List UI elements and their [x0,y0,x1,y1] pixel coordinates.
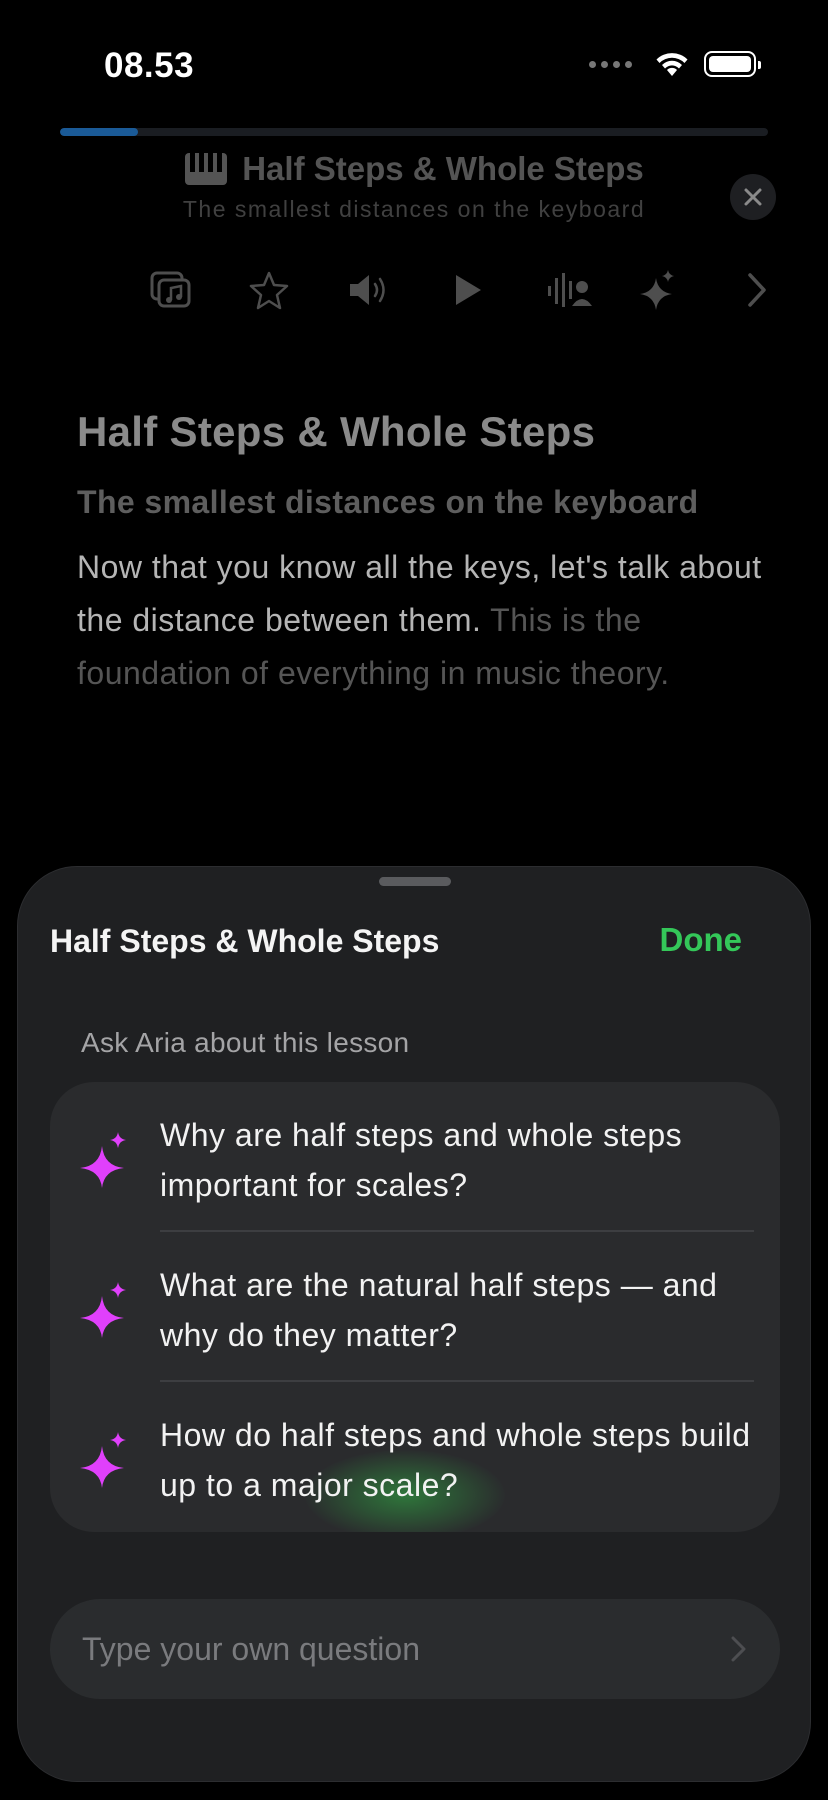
suggested-question-3[interactable]: How do half steps and whole steps build … [50,1382,780,1532]
suggested-questions-card: Why are half steps and whole steps impor… [50,1082,780,1532]
piano-icon [185,153,228,185]
status-icons [589,50,761,78]
signal-dots-icon [589,60,632,68]
question-input[interactable] [82,1599,682,1699]
sheet-grabber[interactable] [379,877,451,886]
music-library-icon [150,271,191,308]
lesson-header: Half Steps & Whole Steps The smallest di… [0,150,828,223]
sparkles-icon [80,1132,126,1188]
wifi-icon [656,53,688,76]
lesson-subtitle: The smallest distances on the keyboard [77,484,699,520]
voice-person-icon [548,273,592,307]
chevron-right-icon[interactable] [726,1633,750,1665]
close-icon [744,188,762,206]
suggested-question-2[interactable]: What are the natural half steps — and wh… [50,1232,780,1382]
sheet-title: Half Steps & Whole Steps [50,923,440,959]
lesson-progress-fill [60,128,138,136]
next-button[interactable] [729,262,785,318]
lesson-content: Half Steps & Whole Steps The smallest di… [77,408,767,700]
done-button[interactable]: Done [660,921,743,959]
star-icon [249,271,289,310]
lesson-body: Now that you know all the keys, let's ta… [77,541,767,700]
question-text: How do half steps and whole steps build … [160,1417,751,1503]
sparkles-icon [80,1432,126,1488]
header-subtitle: The smallest distances on the keyboard [182,196,646,222]
question-text: What are the natural half steps — and wh… [160,1267,718,1353]
lesson-title: Half Steps & Whole Steps [77,408,596,455]
suggested-question-1[interactable]: Why are half steps and whole steps impor… [50,1082,780,1232]
music-library-button[interactable] [143,262,199,318]
sparkles-icon [640,270,674,310]
voice-practice-button[interactable] [542,262,598,318]
header-title-row: Half Steps & Whole Steps [0,150,828,188]
play-icon [456,275,481,305]
close-button[interactable] [730,174,776,220]
battery-icon [704,51,761,77]
audio-button[interactable] [341,262,397,318]
question-text: Why are half steps and whole steps impor… [160,1117,683,1203]
ai-assist-button[interactable] [630,262,686,318]
sparkles-icon [80,1282,126,1338]
chevron-right-icon [748,273,766,307]
lesson-toolbar [0,262,828,318]
lesson-progress-bar [60,128,768,136]
lesson-body-highlighted: Now that you know all the keys, let's ta… [77,549,762,638]
speaker-icon [350,275,385,305]
ask-aria-sheet: Half Steps & Whole Steps Done Ask Aria a… [17,866,811,1782]
status-bar: 08.53 [0,0,828,130]
ask-aria-label: Ask Aria about this lesson [81,1027,410,1058]
favorite-button[interactable] [241,262,297,318]
status-time: 08.53 [104,46,195,85]
question-input-container [50,1599,780,1699]
header-title: Half Steps & Whole Steps [242,150,644,187]
play-button[interactable] [440,262,496,318]
